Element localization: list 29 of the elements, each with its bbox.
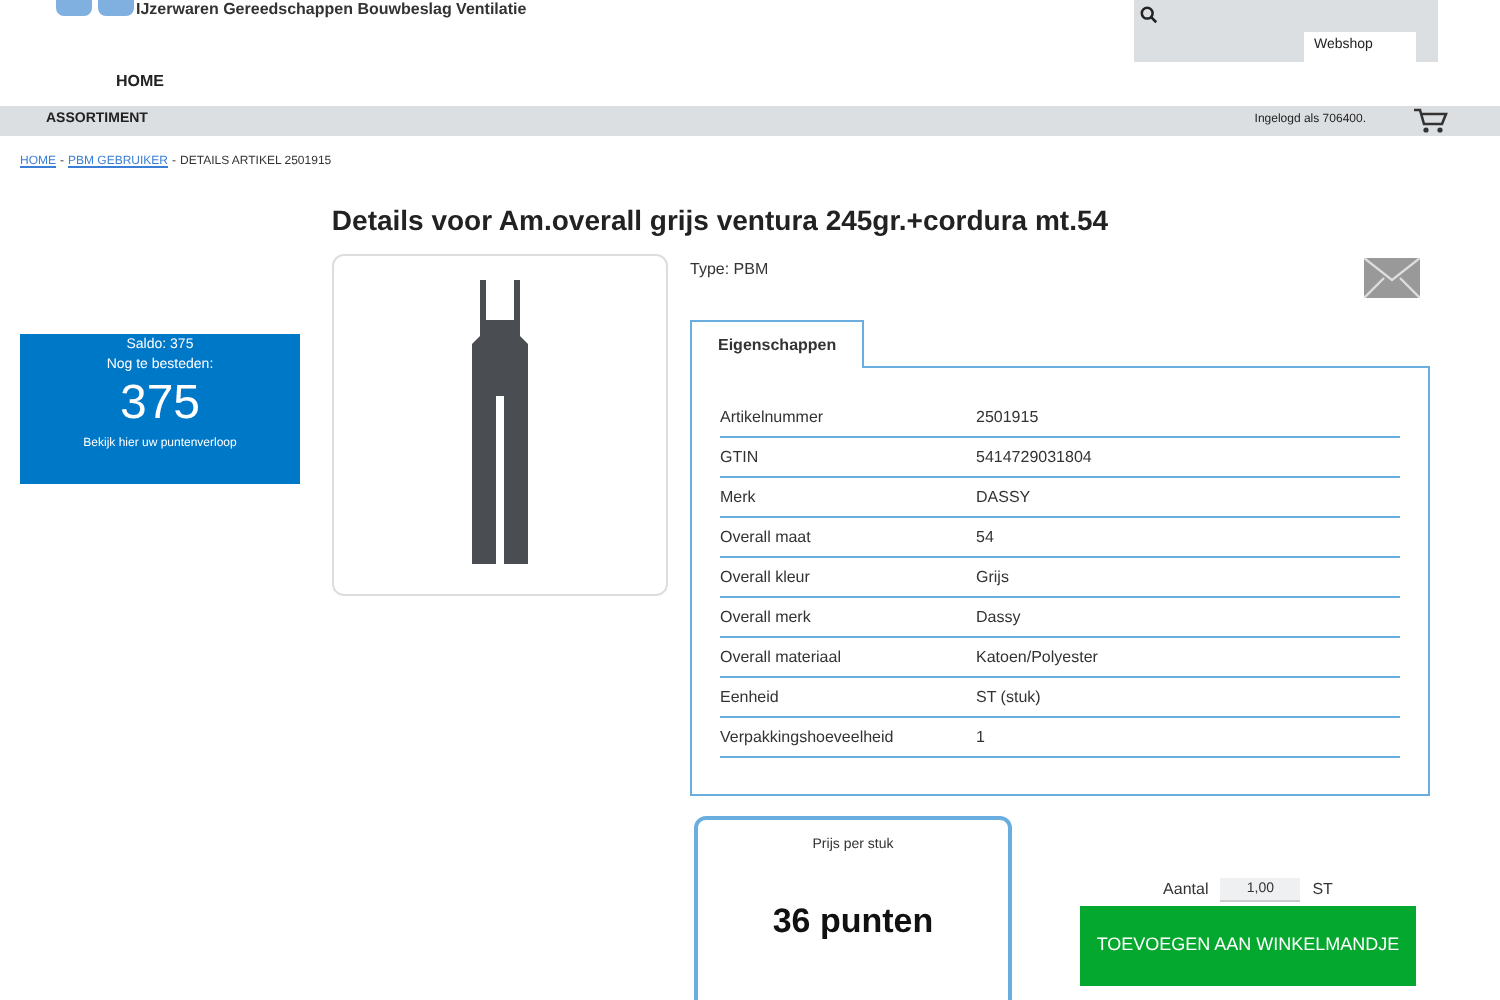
- product-type: Type: PBM: [690, 258, 769, 282]
- page-title: Details voor Am.overall grijs ventura 245gr.+cordura mt.54: [329, 202, 1111, 240]
- quantity-label: Aantal: [1163, 878, 1209, 902]
- property-value: Dassy: [976, 605, 1021, 629]
- cart-icon[interactable]: [1414, 108, 1448, 134]
- balance-amount: 375: [119, 376, 201, 432]
- property-value: 54: [976, 525, 994, 549]
- nav-link[interactable]: HOME: [116, 70, 164, 94]
- tagline: IJzerwaren Gereedschappen Bouwbeslag Ventilatie: [136, 0, 527, 20]
- property-name: Overall merk: [720, 605, 813, 629]
- property-value: Katoen/Polyester: [976, 645, 1098, 669]
- search-icon[interactable]: [1140, 6, 1158, 24]
- tab[interactable]: Eigenschappen: [690, 320, 865, 368]
- property-value: Grijs: [976, 565, 1009, 589]
- property-name: Merk: [720, 485, 758, 509]
- property-value: DASSY: [976, 485, 1031, 509]
- property-name: GTIN: [720, 445, 761, 469]
- property-name: Overall materiaal: [720, 645, 843, 669]
- property-name: Overall kleur: [720, 565, 812, 589]
- property-value: 2501915: [976, 405, 1039, 429]
- property-name: Eenheid: [720, 685, 781, 709]
- property-name: Verpakkingshoeveelheid: [720, 725, 896, 749]
- property-name: Overall maat: [720, 525, 813, 549]
- property-value: 5414729031804: [976, 445, 1092, 469]
- property-name: Artikelnummer: [720, 405, 826, 429]
- property-value: 1: [976, 725, 985, 749]
- property-value: ST (stuk): [976, 685, 1041, 709]
- price-value: 36 punten: [772, 899, 934, 943]
- quantity-unit: ST: [1312, 878, 1333, 902]
